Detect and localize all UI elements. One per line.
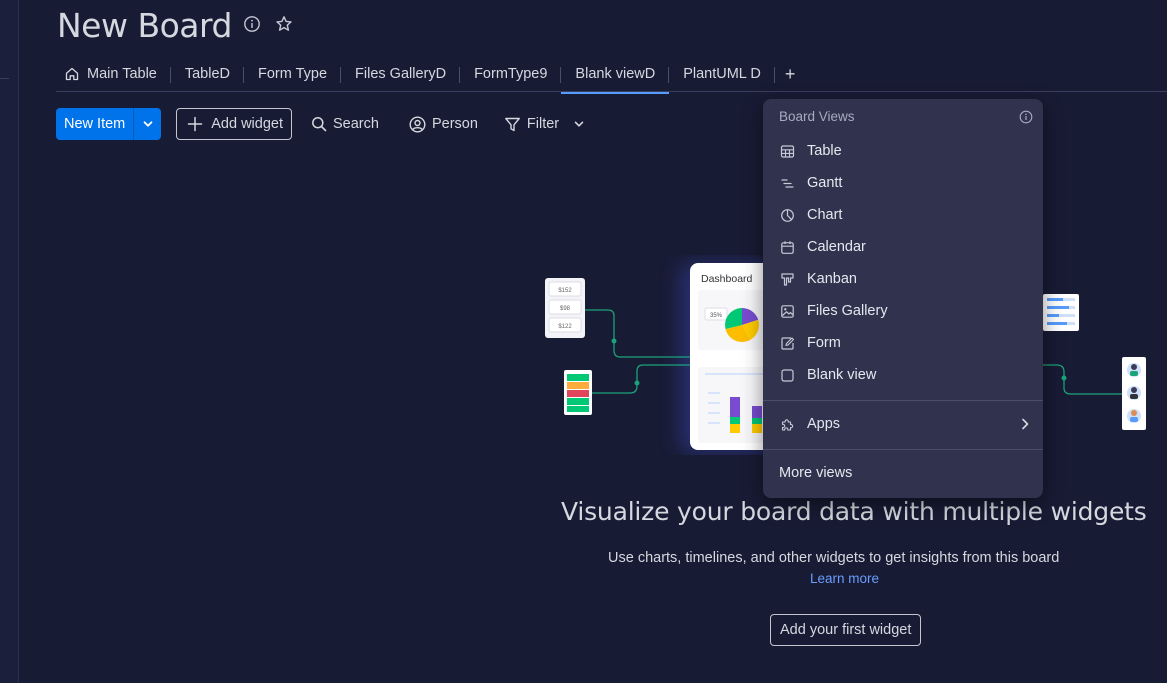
add-first-widget-button[interactable]: Add your first widget <box>770 614 922 646</box>
filter-icon <box>505 117 520 131</box>
board-views-menu: Board Views Table Gantt Chart Calendar K… <box>763 99 1043 498</box>
new-item-split-button: New Item <box>56 108 162 140</box>
pie-chart <box>725 308 760 342</box>
menu-item-calendar[interactable]: Calendar <box>763 231 1043 263</box>
menu-item-label: Form <box>807 335 841 351</box>
progress-card <box>1043 294 1079 331</box>
tab-formtype9[interactable]: FormType9 <box>460 60 562 88</box>
menu-item-table[interactable]: Table <box>763 135 1043 167</box>
search-label: Search <box>333 116 379 132</box>
tab-plantuml-d[interactable]: PlantUML D <box>669 60 775 88</box>
info-icon[interactable] <box>1019 110 1033 129</box>
person-filter-button[interactable]: Person <box>409 115 478 133</box>
menu-item-label: Calendar <box>807 239 866 255</box>
menu-item-chart[interactable]: Chart <box>763 199 1043 231</box>
left-rail <box>0 0 19 683</box>
view-tabs: Main Table TableD Form Type Files Galler… <box>56 56 806 94</box>
info-icon[interactable] <box>243 15 261 33</box>
price-value: $98 <box>560 306 571 312</box>
add-widget-button[interactable]: Add widget <box>176 108 292 140</box>
tab-label: TableD <box>184 66 230 82</box>
menu-divider <box>763 400 1043 401</box>
new-item-dropdown-button[interactable] <box>134 108 161 140</box>
empty-state-title: Visualize your board data with multiple … <box>561 497 1147 526</box>
rail-notch <box>0 78 9 79</box>
puzzle-icon <box>779 416 795 432</box>
new-item-button[interactable]: New Item <box>56 108 135 140</box>
kanban-icon <box>779 271 795 287</box>
tab-files-galleryd[interactable]: Files GalleryD <box>341 60 461 88</box>
menu-item-files-gallery[interactable]: Files Gallery <box>763 295 1043 327</box>
add-view-button[interactable]: + <box>775 60 806 88</box>
menu-item-apps[interactable]: Apps <box>763 408 1043 440</box>
board-toolbar: New Item Add widget Search Person Filter <box>56 108 591 140</box>
price-value: $122 <box>558 324 572 330</box>
home-icon <box>65 67 79 81</box>
tabs-divider <box>56 91 1167 92</box>
dashboard-label: Dashboard <box>701 273 753 285</box>
menu-item-gantt[interactable]: Gantt <box>763 167 1043 199</box>
menu-item-kanban[interactable]: Kanban <box>763 263 1043 295</box>
plus-icon <box>188 116 203 132</box>
person-icon <box>409 115 426 133</box>
chart-icon <box>779 207 795 223</box>
menu-item-label: Blank view <box>807 367 877 383</box>
menu-item-label: Files Gallery <box>807 303 888 319</box>
tab-label: PlantUML D <box>683 66 761 82</box>
menu-item-label: Gantt <box>807 175 843 191</box>
calendar-icon <box>779 239 795 255</box>
page-title: New Board <box>57 6 232 45</box>
menu-item-form[interactable]: Form <box>763 327 1043 359</box>
tab-label: Main Table <box>87 66 157 82</box>
search-icon <box>312 117 327 132</box>
gantt-icon <box>779 175 795 191</box>
add-widget-label: Add widget <box>211 116 283 132</box>
filter-label: Filter <box>526 116 560 132</box>
star-icon[interactable] <box>275 15 293 33</box>
empty-state-subtitle: Use charts, timelines, and other widgets… <box>608 550 1060 566</box>
tab-label: FormType9 <box>474 66 548 82</box>
tab-tabled[interactable]: TableD <box>171 60 244 88</box>
chevron-down-icon <box>574 121 584 127</box>
menu-item-label: More views <box>779 465 853 481</box>
price-card: $152 $98 $122 <box>545 278 585 338</box>
blank-view-icon <box>779 367 795 383</box>
menu-item-blank-view[interactable]: Blank view <box>763 359 1043 391</box>
menu-item-label: Chart <box>807 207 843 223</box>
status-stack <box>564 370 592 415</box>
chevron-down-icon <box>143 121 153 127</box>
person-label: Person <box>431 116 478 132</box>
price-value: $152 <box>558 288 572 294</box>
form-icon <box>779 335 795 351</box>
tab-form-type[interactable]: Form Type <box>244 60 342 88</box>
table-icon <box>779 143 795 159</box>
tab-label: Blank viewD <box>575 66 656 82</box>
search-button[interactable]: Search <box>311 116 379 132</box>
gallery-icon <box>779 303 795 319</box>
chevron-right-icon <box>1019 417 1031 435</box>
menu-divider <box>763 449 1043 450</box>
tab-label: Form Type <box>258 66 328 82</box>
pie-label: 35% <box>710 313 723 319</box>
learn-more-link[interactable]: Learn more <box>810 571 879 586</box>
menu-item-more-views[interactable]: More views <box>763 457 1043 489</box>
tab-main-table[interactable]: Main Table <box>56 60 171 88</box>
menu-item-label: Table <box>807 143 842 159</box>
tab-blank-viewd[interactable]: Blank viewD <box>561 60 670 94</box>
avatars-card <box>1122 357 1146 430</box>
tab-label: Files GalleryD <box>355 66 447 82</box>
menu-item-label: Kanban <box>807 271 857 287</box>
filter-button[interactable]: Filter <box>504 116 591 133</box>
menu-item-label: Apps <box>807 416 841 432</box>
menu-header: Board Views <box>779 109 855 124</box>
